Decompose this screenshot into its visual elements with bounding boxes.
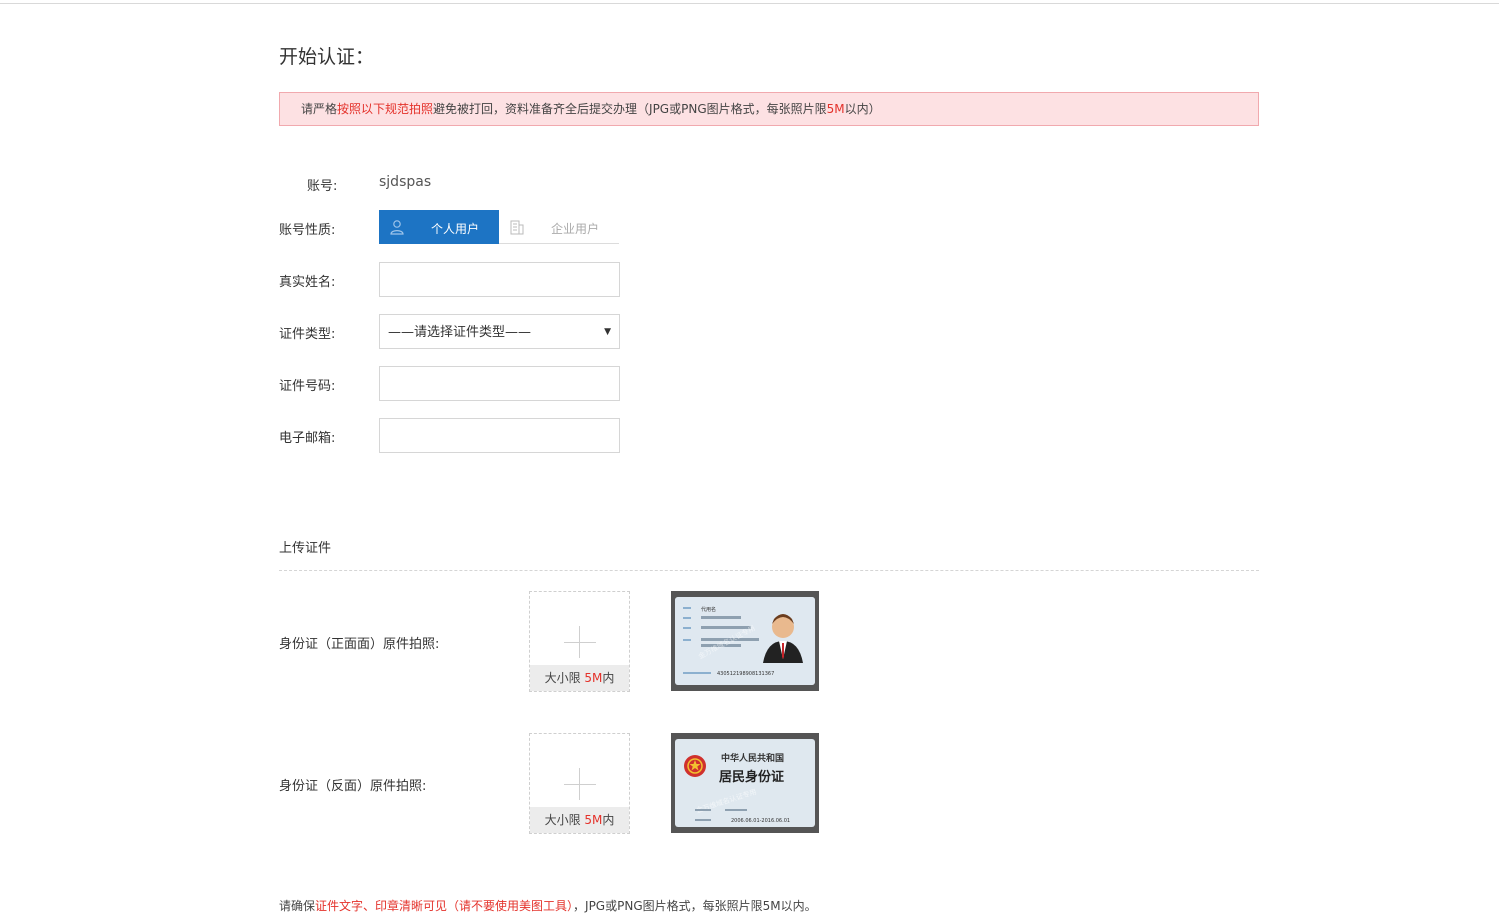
svg-text:居民身份证: 居民身份证 (719, 769, 784, 785)
svg-text:中华人民共和国: 中华人民共和国 (721, 752, 784, 764)
account-type-personal-tab[interactable]: 个人用户 (379, 210, 499, 244)
id-card-back-sample: 中华人民共和国 居民身份证 金万维域名认证专用 2006.06.01-2016.… (675, 739, 815, 827)
account-value: sjdspas (379, 174, 432, 190)
svg-text:2006.06.01-2016.06.01: 2006.06.01-2016.06.01 (731, 818, 790, 824)
size-limit-note: 大小限 5M内 (530, 665, 629, 691)
real-name-label: 真实姓名: (279, 275, 336, 290)
account-type-personal-label: 个人用户 (431, 222, 480, 236)
id-front-label: 身份证（正面面）原件拍照: (279, 637, 440, 652)
account-type-enterprise-label: 企业用户 (551, 222, 600, 236)
id-back-upload-button[interactable]: 大小限 5M内 (529, 733, 630, 834)
id-type-selected: ——请选择证件类型—— (388, 325, 532, 340)
notice-suffix: 以内） (844, 102, 881, 116)
email-input[interactable] (379, 418, 620, 453)
id-back-label: 身份证（反面）原件拍照: (279, 779, 427, 794)
account-type-label: 账号性质: (279, 223, 336, 238)
caret-down-icon: ▼ (604, 327, 611, 337)
id-front-upload-button[interactable]: 大小限 5M内 (529, 591, 630, 692)
notice-prefix: 请严格 (301, 102, 338, 116)
svg-text:代用名: 代用名 (701, 606, 716, 613)
id-number-input[interactable] (379, 366, 620, 401)
upload-requirements-note: 请确保证件文字、印章清晰可见（请不要使用美图工具），JPG或PNG图片格式，每张… (279, 899, 817, 913)
account-type-toggle: 个人用户 企业用户 (379, 210, 619, 245)
id-type-label: 证件类型: (279, 327, 336, 342)
upload-divider (279, 570, 1259, 571)
id-back-sample-image: 中华人民共和国 居民身份证 金万维域名认证专用 2006.06.01-2016.… (671, 733, 819, 833)
user-icon (390, 220, 404, 235)
upload-section-title: 上传证件 (279, 541, 332, 556)
id-number-label: 证件号码: (279, 379, 336, 394)
notice-limit: 5M (826, 102, 845, 116)
email-label: 电子邮箱: (279, 431, 336, 446)
notice-highlight: 按照以下规范拍照 (337, 102, 434, 116)
size-limit-note: 大小限 5M内 (530, 807, 629, 833)
svg-text:430512198908131367: 430512198908131367 (717, 671, 774, 677)
notice-middle: 避免被打回，资料准备齐全后提交办理（JPG或PNG图片格式，每张照片限 (433, 102, 827, 116)
building-icon (510, 220, 524, 235)
real-name-input[interactable] (379, 262, 620, 297)
id-type-select[interactable]: ——请选择证件类型—— ▼ (379, 314, 620, 349)
account-label: 账号: (307, 179, 338, 194)
account-type-enterprise-tab[interactable]: 企业用户 (499, 210, 619, 244)
notice-banner: 请严格按照以下规范拍照避免被打回，资料准备齐全后提交办理（JPG或PNG图片格式… (279, 92, 1259, 126)
page-title: 开始认证： (279, 46, 375, 68)
id-front-sample-image: 代用名 430512198908131367 金万维域名认证专用 (671, 591, 819, 691)
id-card-front-sample: 代用名 430512198908131367 金万维域名认证专用 (675, 597, 815, 685)
top-divider (0, 3, 1499, 4)
